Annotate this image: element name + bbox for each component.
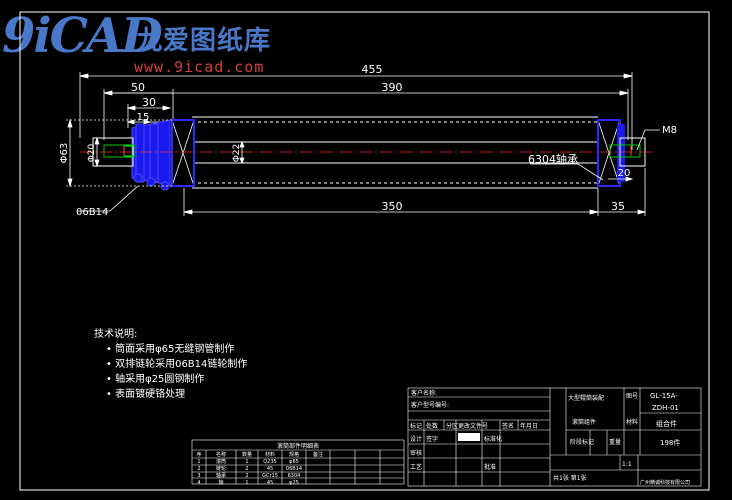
- tb-customer-model-label: 客户型号编号:: [411, 401, 449, 409]
- tb-role: 审核: [410, 449, 422, 457]
- tb-customer-label: 客户名称:: [411, 389, 437, 397]
- dim-overall-label: 455: [362, 63, 383, 76]
- tb-material-label: 材料: [626, 418, 638, 426]
- bom-cell: 2: [245, 473, 248, 479]
- left-sprocket: [131, 119, 171, 191]
- callout-bearing-leader: [530, 163, 604, 181]
- title-block: [407, 387, 702, 487]
- bom-cell: 4: [197, 480, 200, 486]
- dim-end-right-inner-label: 20: [618, 168, 631, 179]
- bom-cells: 序 名称 数量 材料 规格 备注 1 滚筒 1 Q235 φ65 2 链轮 2 45 06B14 3 轴承 2 GCr…: [196, 451, 323, 486]
- tb-row-label: 更改文件号: [458, 422, 488, 430]
- tb-row-label: 处数: [426, 422, 438, 430]
- dim-end-right-label: 35: [611, 200, 625, 213]
- bom-header-cell: 名称: [216, 451, 226, 458]
- tb-row-label: 签名: [502, 422, 514, 430]
- bom-cell: 轴承: [216, 472, 226, 479]
- dim-shaft-diameter-label: Φ20: [87, 143, 97, 162]
- bom-cell: 45: [267, 480, 273, 486]
- note-item: 表面镀硬铬处理: [106, 387, 247, 402]
- bom-cell: 45: [267, 466, 273, 472]
- bom-header-cell: 序: [196, 451, 201, 458]
- dim-tube-label: 390: [382, 81, 403, 94]
- tb-role: 设计: [410, 435, 422, 443]
- note-item: 筒面采用φ65无缝钢管制作: [106, 342, 247, 357]
- left-bearing: [171, 119, 195, 187]
- tb-row-label: 标记: [410, 422, 422, 430]
- bom-header-cell: 规格: [289, 451, 299, 458]
- bom-cell: GCr15: [262, 473, 278, 479]
- tb-scale: 1:1: [622, 461, 632, 468]
- bom-cell: 1: [245, 480, 248, 486]
- tb-approve: 签字: [426, 435, 438, 443]
- bom-cell: 2: [197, 466, 200, 472]
- tb-role: 批准: [484, 463, 496, 471]
- bom-cell: 1: [245, 459, 248, 465]
- bom-cell: 3: [197, 473, 200, 479]
- tb-sub-name: 滚筒组件: [572, 418, 596, 426]
- dim-tube-diameter-label: Φ63: [59, 143, 70, 164]
- notes-list: 筒面采用φ65无缝钢管制作 双排链轮采用06B14链轮制作 轴采用φ25圆钢制作…: [94, 342, 247, 402]
- bom-title: 滚筒部件明细表: [277, 442, 319, 450]
- title-block-fill: [458, 433, 480, 441]
- drawing-frame: [19, 11, 710, 491]
- callout-sprocket: 06B14: [76, 207, 108, 218]
- tb-part-no: ZDH-01: [652, 404, 679, 412]
- bom-cell: 6304: [288, 473, 301, 479]
- tb-material: 组合件: [656, 419, 677, 428]
- bom-cell: 1: [197, 459, 200, 465]
- bom-header-cell: 材料: [265, 451, 275, 458]
- tb-role: 标准化: [484, 435, 502, 443]
- callout-bearing: 6304轴承: [528, 152, 578, 166]
- bom-cell: 06B14: [286, 466, 302, 472]
- tb-role: 工艺: [410, 463, 422, 471]
- tb-stage-label: 阶段标记: [570, 438, 594, 446]
- bom-cell: φ65: [289, 459, 299, 465]
- tb-row-label: 分区: [446, 422, 458, 430]
- tb-drawing-no-label: 图号: [626, 393, 638, 400]
- technical-notes: 技术说明: 筒面采用φ65无缝钢管制作 双排链轮采用06B14链轮制作 轴采用φ…: [94, 327, 247, 402]
- bom-header-cell: 备注: [313, 451, 323, 458]
- cad-drawing: 455 390 50 30 15 Φ63 Φ20 Φ22 350 35 20 0…: [19, 11, 710, 491]
- bom-cell: Q235: [263, 459, 276, 465]
- bom-cell: 2: [245, 466, 248, 472]
- bom-cell: φ25: [289, 480, 299, 486]
- dim-sprocket-width-label: 15: [137, 112, 150, 123]
- bom-cell: 滚筒: [216, 458, 226, 465]
- callout-thread: M8: [662, 125, 677, 136]
- note-item: 轴采用φ25圆钢制作: [106, 372, 247, 387]
- dim-bearing-span-label: 350: [382, 200, 403, 213]
- tb-company: 广州精诚科技有限公司: [640, 479, 690, 486]
- bom-header-cell: 数量: [242, 451, 252, 458]
- dim-inner-diameter-label: Φ22: [232, 144, 242, 163]
- tb-weight-label: 重量: [609, 438, 621, 446]
- tb-part-name: 大型辊筒装配: [568, 394, 604, 402]
- tb-drawing-no: GL-15A-: [650, 392, 678, 400]
- tb-sheet: 共1张 第1张: [553, 474, 587, 482]
- dim-sprocket-offset-label: 30: [142, 96, 156, 109]
- dim-shaft-end-label: 50: [131, 81, 145, 94]
- bom-cell: 轴: [218, 479, 223, 486]
- bom-cell: 链轮: [216, 465, 226, 472]
- notes-heading: 技术说明:: [94, 329, 138, 340]
- note-item: 双排链轮采用06B14链轮制作: [106, 357, 247, 372]
- tb-row-label: 年月日: [520, 422, 538, 430]
- tb-weight: 198件: [660, 438, 680, 447]
